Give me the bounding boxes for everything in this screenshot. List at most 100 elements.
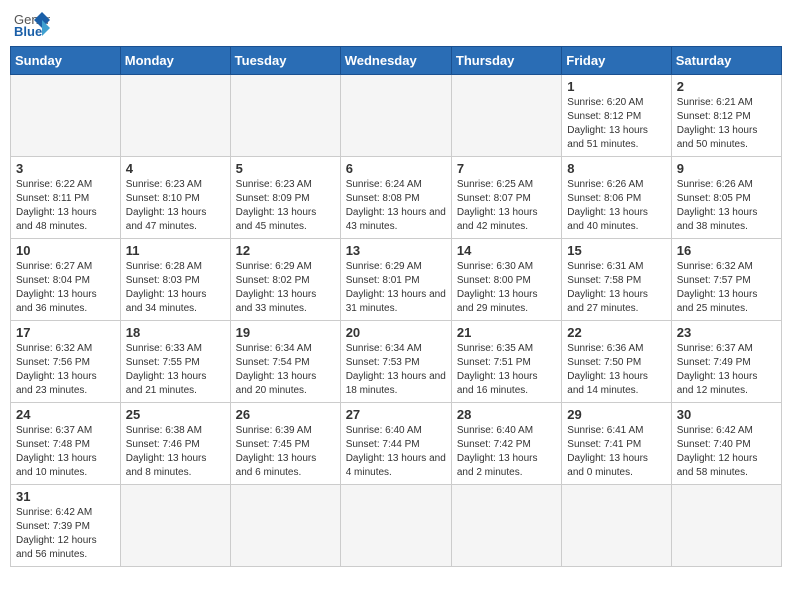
calendar-cell: 20 Sunrise: 6:34 AM Sunset: 7:53 PM Dayli… (340, 321, 451, 403)
day-info: Sunrise: 6:42 AM Sunset: 7:39 PM Dayligh… (16, 506, 115, 562)
calendar-cell (671, 485, 781, 567)
calendar-cell (120, 75, 230, 157)
calendar-cell: 11 Sunrise: 6:28 AM Sunset: 8:03 PM Dayli… (120, 239, 230, 321)
day-info: Sunrise: 6:25 AM Sunset: 8:07 PM Dayligh… (457, 178, 556, 234)
day-info: Sunrise: 6:29 AM Sunset: 8:02 PM Dayligh… (236, 260, 335, 316)
calendar-cell (340, 75, 451, 157)
col-header-monday: Monday (120, 47, 230, 75)
day-info: Sunrise: 6:26 AM Sunset: 8:05 PM Dayligh… (677, 178, 776, 234)
day-info: Sunrise: 6:34 AM Sunset: 7:53 PM Dayligh… (346, 342, 446, 398)
col-header-tuesday: Tuesday (230, 47, 340, 75)
calendar-cell: 17 Sunrise: 6:32 AM Sunset: 7:56 PM Dayli… (11, 321, 121, 403)
col-header-saturday: Saturday (671, 47, 781, 75)
calendar-cell (451, 75, 561, 157)
day-number: 25 (126, 407, 225, 422)
calendar-cell: 22Sunrise: 6:36 AM Sunset: 7:50 PM Dayli… (562, 321, 671, 403)
day-number: 29 (567, 407, 665, 422)
calendar-cell: 24Sunrise: 6:37 AM Sunset: 7:48 PM Dayli… (11, 403, 121, 485)
day-number: 26 (236, 407, 335, 422)
day-info: Sunrise: 6:27 AM Sunset: 8:04 PM Dayligh… (16, 260, 115, 316)
col-header-sunday: Sunday (11, 47, 121, 75)
day-number: 14 (457, 243, 556, 258)
col-header-thursday: Thursday (451, 47, 561, 75)
calendar-header-row: SundayMondayTuesdayWednesdayThursdayFrid… (11, 47, 782, 75)
day-info: Sunrise: 6:32 AM Sunset: 7:56 PM Dayligh… (16, 342, 115, 398)
calendar-cell (11, 75, 121, 157)
calendar-cell: 14Sunrise: 6:30 AM Sunset: 8:00 PM Dayli… (451, 239, 561, 321)
day-number: 1 (567, 79, 665, 94)
calendar-cell: 18Sunrise: 6:33 AM Sunset: 7:55 PM Dayli… (120, 321, 230, 403)
calendar-cell: 25Sunrise: 6:38 AM Sunset: 7:46 PM Dayli… (120, 403, 230, 485)
logo: General Blue (14, 10, 50, 38)
col-header-friday: Friday (562, 47, 671, 75)
calendar-cell: 10 Sunrise: 6:27 AM Sunset: 8:04 PM Dayli… (11, 239, 121, 321)
day-info: Sunrise: 6:40 AM Sunset: 7:44 PM Dayligh… (346, 424, 446, 480)
day-info: Sunrise: 6:34 AM Sunset: 7:54 PM Dayligh… (236, 342, 335, 398)
calendar-week-row: 31 Sunrise: 6:42 AM Sunset: 7:39 PM Dayli… (11, 485, 782, 567)
day-number: 10 (16, 243, 115, 258)
day-number: 24 (16, 407, 115, 422)
day-info: Sunrise: 6:20 AM Sunset: 8:12 PM Dayligh… (567, 96, 665, 152)
calendar-cell: 6 Sunrise: 6:24 AM Sunset: 8:08 PM Daylig… (340, 157, 451, 239)
day-info: Sunrise: 6:35 AM Sunset: 7:51 PM Dayligh… (457, 342, 556, 398)
page-header: General Blue (10, 10, 782, 38)
day-number: 3 (16, 161, 115, 176)
day-info: Sunrise: 6:23 AM Sunset: 8:10 PM Dayligh… (126, 178, 225, 234)
day-info: Sunrise: 6:23 AM Sunset: 8:09 PM Dayligh… (236, 178, 335, 234)
calendar-week-row: 24Sunrise: 6:37 AM Sunset: 7:48 PM Dayli… (11, 403, 782, 485)
calendar-cell (340, 485, 451, 567)
day-number: 8 (567, 161, 665, 176)
day-number: 30 (677, 407, 776, 422)
day-number: 23 (677, 325, 776, 340)
calendar-cell: 12 Sunrise: 6:29 AM Sunset: 8:02 PM Dayli… (230, 239, 340, 321)
calendar-cell: 15Sunrise: 6:31 AM Sunset: 7:58 PM Dayli… (562, 239, 671, 321)
day-number: 7 (457, 161, 556, 176)
calendar-cell: 31 Sunrise: 6:42 AM Sunset: 7:39 PM Dayli… (11, 485, 121, 567)
day-number: 27 (346, 407, 446, 422)
day-info: Sunrise: 6:33 AM Sunset: 7:55 PM Dayligh… (126, 342, 225, 398)
day-number: 6 (346, 161, 446, 176)
day-number: 5 (236, 161, 335, 176)
day-number: 28 (457, 407, 556, 422)
day-info: Sunrise: 6:28 AM Sunset: 8:03 PM Dayligh… (126, 260, 225, 316)
day-info: Sunrise: 6:21 AM Sunset: 8:12 PM Dayligh… (677, 96, 776, 152)
day-info: Sunrise: 6:37 AM Sunset: 7:49 PM Dayligh… (677, 342, 776, 398)
day-info: Sunrise: 6:41 AM Sunset: 7:41 PM Dayligh… (567, 424, 665, 480)
calendar-cell (451, 485, 561, 567)
calendar-cell: 1 Sunrise: 6:20 AM Sunset: 8:12 PM Daylig… (562, 75, 671, 157)
calendar-cell: 27 Sunrise: 6:40 AM Sunset: 7:44 PM Dayli… (340, 403, 451, 485)
calendar-cell: 9 Sunrise: 6:26 AM Sunset: 8:05 PM Daylig… (671, 157, 781, 239)
day-info: Sunrise: 6:22 AM Sunset: 8:11 PM Dayligh… (16, 178, 115, 234)
calendar-cell: 26Sunrise: 6:39 AM Sunset: 7:45 PM Dayli… (230, 403, 340, 485)
calendar-cell (120, 485, 230, 567)
day-number: 16 (677, 243, 776, 258)
calendar-cell (230, 485, 340, 567)
day-info: Sunrise: 6:32 AM Sunset: 7:57 PM Dayligh… (677, 260, 776, 316)
calendar-table: SundayMondayTuesdayWednesdayThursdayFrid… (10, 46, 782, 567)
day-info: Sunrise: 6:42 AM Sunset: 7:40 PM Dayligh… (677, 424, 776, 480)
day-number: 20 (346, 325, 446, 340)
calendar-cell: 16 Sunrise: 6:32 AM Sunset: 7:57 PM Dayli… (671, 239, 781, 321)
calendar-cell (230, 75, 340, 157)
day-number: 11 (126, 243, 225, 258)
day-number: 22 (567, 325, 665, 340)
calendar-cell: 2Sunrise: 6:21 AM Sunset: 8:12 PM Daylig… (671, 75, 781, 157)
calendar-cell: 19Sunrise: 6:34 AM Sunset: 7:54 PM Dayli… (230, 321, 340, 403)
day-info: Sunrise: 6:40 AM Sunset: 7:42 PM Dayligh… (457, 424, 556, 480)
calendar-cell: 23 Sunrise: 6:37 AM Sunset: 7:49 PM Dayli… (671, 321, 781, 403)
day-number: 17 (16, 325, 115, 340)
day-number: 21 (457, 325, 556, 340)
day-info: Sunrise: 6:26 AM Sunset: 8:06 PM Dayligh… (567, 178, 665, 234)
calendar-cell: 3 Sunrise: 6:22 AM Sunset: 8:11 PM Daylig… (11, 157, 121, 239)
calendar-cell: 28 Sunrise: 6:40 AM Sunset: 7:42 PM Dayli… (451, 403, 561, 485)
col-header-wednesday: Wednesday (340, 47, 451, 75)
calendar-week-row: 10 Sunrise: 6:27 AM Sunset: 8:04 PM Dayli… (11, 239, 782, 321)
day-number: 9 (677, 161, 776, 176)
day-info: Sunrise: 6:24 AM Sunset: 8:08 PM Dayligh… (346, 178, 446, 234)
calendar-cell: 4Sunrise: 6:23 AM Sunset: 8:10 PM Daylig… (120, 157, 230, 239)
day-number: 31 (16, 489, 115, 504)
calendar-cell: 13Sunrise: 6:29 AM Sunset: 8:01 PM Dayli… (340, 239, 451, 321)
calendar-cell: 21 Sunrise: 6:35 AM Sunset: 7:51 PM Dayli… (451, 321, 561, 403)
day-number: 13 (346, 243, 446, 258)
day-number: 12 (236, 243, 335, 258)
